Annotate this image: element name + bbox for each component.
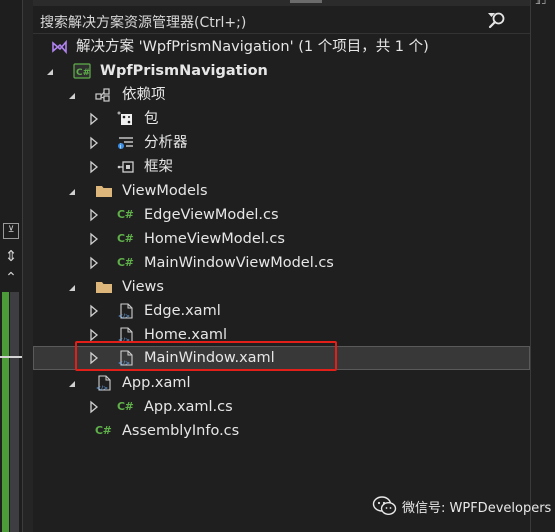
- editor-divider: [22, 0, 23, 532]
- tree-item-analyzers[interactable]: i 分析器: [33, 131, 530, 155]
- expanded-arrow-icon[interactable]: [43, 63, 57, 79]
- scroll-position-marker: [0, 356, 22, 358]
- tree-item-label: AssemblyInfo.cs: [122, 423, 240, 439]
- tree-item-file-selected[interactable]: </> MainWindow.xaml: [33, 346, 530, 370]
- expanded-arrow-icon[interactable]: [65, 279, 79, 295]
- dependencies-icon: [95, 87, 113, 103]
- tree-item-label: Home.xaml: [144, 327, 228, 343]
- tree-item-label: EdgeViewModel.cs: [144, 207, 279, 223]
- watermark-text: 微信号: WPFDevelopers: [402, 501, 552, 516]
- svg-text:</>: </>: [96, 385, 108, 391]
- folder-icon: [95, 183, 113, 199]
- horizontal-scroll-thumb[interactable]: [290, 0, 322, 3]
- wechat-icon: [372, 496, 397, 516]
- solution-explorer-search[interactable]: 搜索解决方案资源管理器(Ctrl+;): [33, 6, 530, 34]
- right-panel-glyph: ╜┘: [536, 0, 549, 10]
- tree-item-label: 框架: [144, 159, 173, 175]
- package-icon: [117, 111, 135, 127]
- tree-item-app-xaml[interactable]: </> App.xaml: [33, 371, 530, 395]
- collapsed-arrow-icon[interactable]: [87, 327, 101, 343]
- svg-text:</>: </>: [118, 337, 130, 343]
- change-indicator-bar: [2, 292, 9, 532]
- svg-text:</>: </>: [118, 313, 130, 319]
- tree-item-project[interactable]: C# WpfPrismNavigation: [33, 59, 530, 83]
- csharp-file-icon: C#: [95, 424, 112, 437]
- collapsed-arrow-icon[interactable]: [87, 350, 101, 366]
- tree-item-file[interactable]: C# AssemblyInfo.cs: [33, 419, 530, 443]
- collapsed-arrow-icon[interactable]: [87, 207, 101, 223]
- tree-item-file[interactable]: C# App.xaml.cs: [33, 395, 530, 419]
- collapsed-arrow-icon[interactable]: [87, 231, 101, 247]
- tree-item-label: 解决方案 'WpfPrismNavigation' (1 个项目，共 1 个): [76, 39, 429, 55]
- tree-item-label: WpfPrismNavigation: [100, 63, 268, 79]
- xaml-file-icon: </>: [117, 327, 135, 344]
- folder-icon: [95, 279, 113, 295]
- collapsed-arrow-icon[interactable]: [87, 111, 101, 127]
- tree-item-label: Views: [122, 279, 164, 295]
- expanded-arrow-icon[interactable]: [65, 183, 79, 199]
- csharp-file-icon: C#: [117, 208, 134, 221]
- tree-item-viewmodels-folder[interactable]: ViewModels: [33, 179, 530, 203]
- csharp-file-icon: C#: [117, 232, 134, 245]
- expanded-arrow-icon[interactable]: [65, 87, 79, 103]
- split-handle-icon[interactable]: ⇕: [3, 248, 19, 264]
- svg-text:C#: C#: [76, 68, 90, 78]
- solution-tree: 解决方案 'WpfPrismNavigation' (1 个项目，共 1 个) …: [33, 35, 530, 532]
- tree-item-label: MainWindowViewModel.cs: [144, 255, 334, 271]
- tree-item-label: 包: [144, 111, 159, 127]
- xaml-file-icon: </>: [117, 350, 135, 367]
- csharp-project-icon: C#: [73, 63, 91, 79]
- tree-item-file[interactable]: C# HomeViewModel.cs: [33, 227, 530, 251]
- tree-item-label: 分析器: [144, 135, 188, 151]
- tree-item-views-folder[interactable]: Views: [33, 275, 530, 299]
- tree-item-label: Edge.xaml: [144, 303, 221, 319]
- tree-item-label: HomeViewModel.cs: [144, 231, 285, 247]
- svg-text:</>: </>: [118, 360, 130, 366]
- chevron-down-icon: [488, 13, 495, 17]
- tree-item-frameworks[interactable]: 框架: [33, 155, 530, 179]
- xaml-file-icon: </>: [117, 303, 135, 320]
- split-view-icon[interactable]: ⊻: [3, 223, 19, 239]
- collapsed-arrow-icon[interactable]: [87, 135, 101, 151]
- xaml-file-icon: </>: [95, 375, 113, 392]
- tree-item-file[interactable]: C# MainWindowViewModel.cs: [33, 251, 530, 275]
- collapsed-arrow-icon[interactable]: [87, 159, 101, 175]
- tree-item-packages[interactable]: 包: [33, 107, 530, 131]
- csharp-file-icon: C#: [117, 256, 134, 269]
- tree-item-label: App.xaml.cs: [144, 399, 233, 415]
- expanded-arrow-icon[interactable]: [65, 375, 79, 391]
- tree-item-file[interactable]: </> Home.xaml: [33, 323, 530, 347]
- analyzer-icon: i: [117, 135, 135, 151]
- tree-item-label: 依赖项: [122, 87, 166, 103]
- right-panel-edge: [530, 0, 555, 532]
- collapsed-arrow-icon[interactable]: [87, 303, 101, 319]
- framework-icon: [117, 159, 135, 175]
- csharp-file-icon: C#: [117, 400, 134, 413]
- tree-item-file[interactable]: C# EdgeViewModel.cs: [33, 203, 530, 227]
- tree-item-label: MainWindow.xaml: [144, 350, 275, 366]
- search-input[interactable]: 搜索解决方案资源管理器(Ctrl+;): [40, 12, 246, 32]
- solution-icon: [51, 39, 69, 55]
- tree-item-solution[interactable]: 解决方案 'WpfPrismNavigation' (1 个项目，共 1 个): [33, 35, 530, 59]
- editor-scrollbar[interactable]: [10, 292, 19, 532]
- tree-item-file[interactable]: </> Edge.xaml: [33, 299, 530, 323]
- tree-item-dependencies[interactable]: 依赖项: [33, 83, 530, 107]
- tree-item-label: App.xaml: [122, 375, 191, 391]
- resize-icon[interactable]: ⌃: [3, 270, 19, 286]
- search-options-button[interactable]: [485, 10, 521, 30]
- collapsed-arrow-icon[interactable]: [87, 399, 101, 415]
- collapsed-arrow-icon[interactable]: [87, 255, 101, 271]
- tree-item-label: ViewModels: [122, 183, 208, 199]
